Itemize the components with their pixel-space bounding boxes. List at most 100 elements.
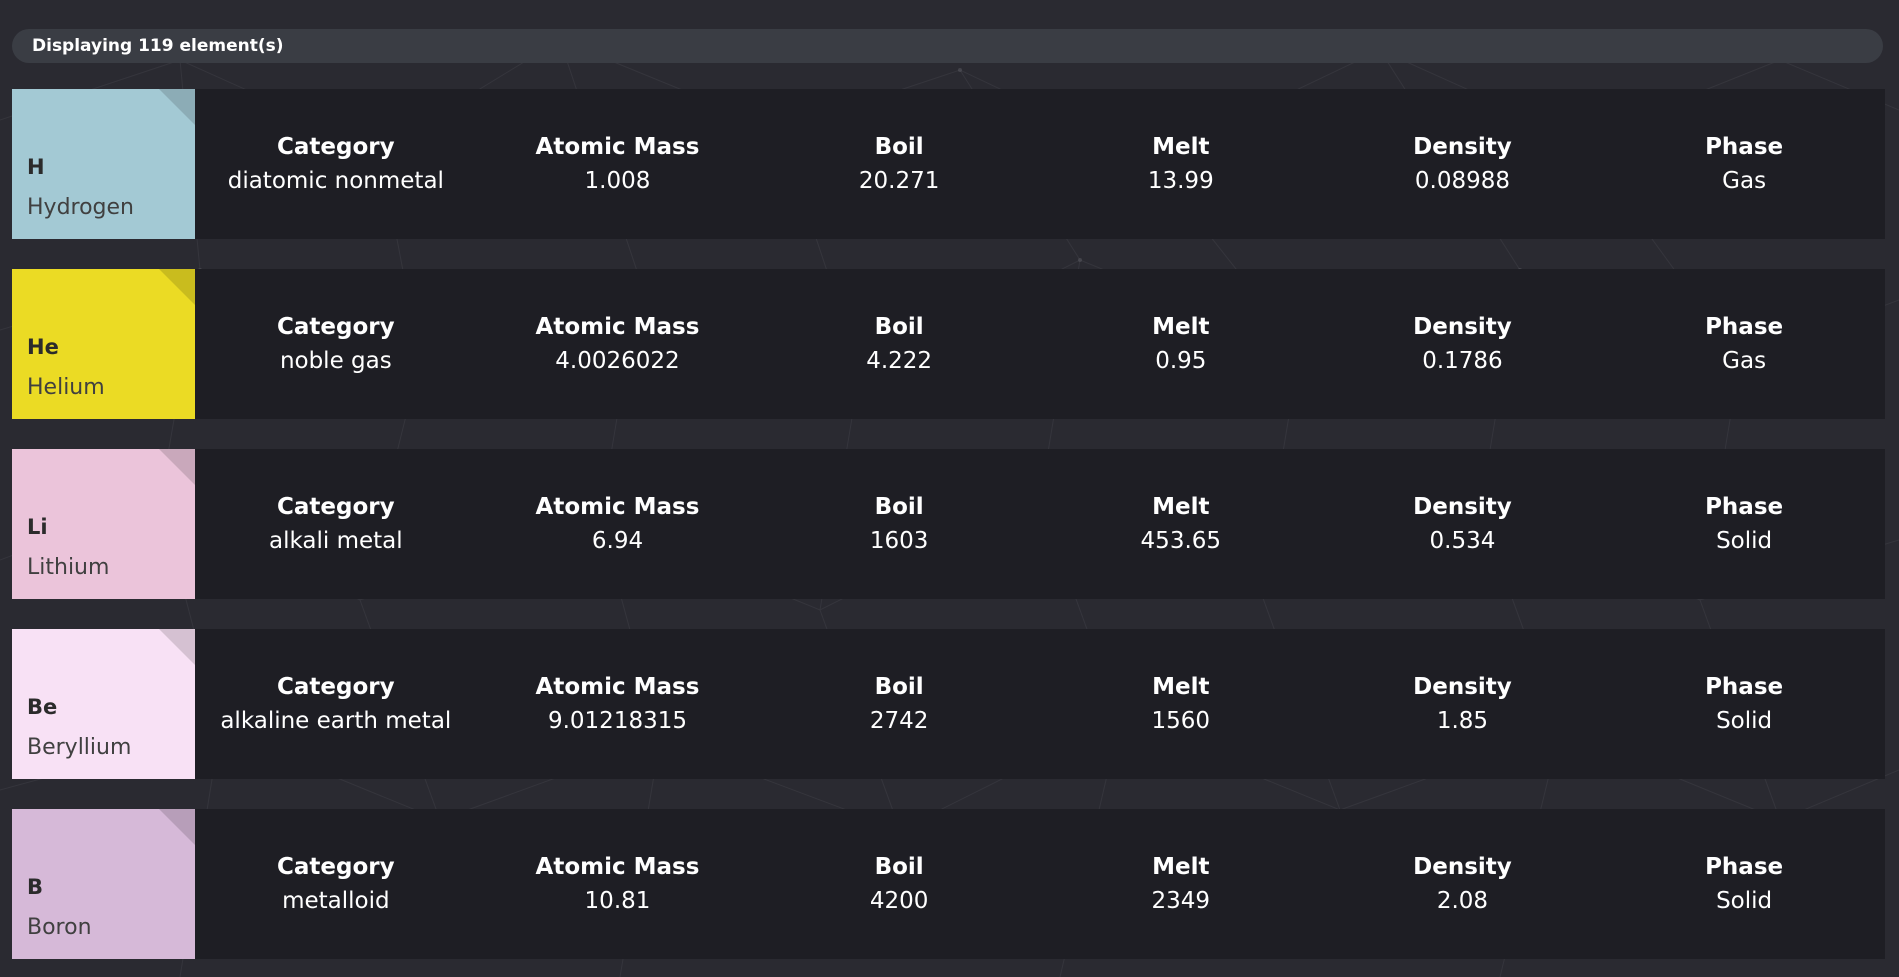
element-count-text: Displaying 119 element(s)	[32, 36, 284, 56]
element-row[interactable]: Li Lithium Category alkali metal Atomic M…	[12, 449, 1885, 599]
prop-label: Boil	[874, 494, 924, 520]
tile-corner-fold	[159, 629, 195, 665]
prop-value: 2742	[869, 708, 929, 734]
element-list-page: Displaying 119 element(s) H Hydrogen Cat…	[0, 0, 1899, 959]
element-symbol: Be	[27, 695, 58, 719]
prop-label: Category	[277, 674, 395, 700]
element-symbol: He	[27, 335, 59, 359]
prop-label: Phase	[1705, 854, 1784, 880]
element-count-bar: Displaying 119 element(s)	[12, 29, 1883, 63]
element-list: H Hydrogen Category diatomic nonmetal Ato…	[12, 89, 1887, 959]
prop-label: Atomic Mass	[535, 674, 700, 700]
prop-label: Boil	[874, 854, 924, 880]
prop-value: 6.94	[591, 528, 644, 554]
prop-density: Density 0.534	[1342, 494, 1582, 554]
prop-value: metalloid	[282, 888, 390, 914]
prop-label: Boil	[874, 674, 924, 700]
prop-label: Phase	[1705, 314, 1784, 340]
prop-density: Density 2.08	[1342, 854, 1582, 914]
element-tile[interactable]: Be Beryllium	[12, 629, 195, 779]
prop-value: alkali metal	[269, 528, 403, 554]
prop-label: Atomic Mass	[535, 494, 700, 520]
prop-value: 1.008	[584, 168, 651, 194]
prop-category: Category alkali metal	[216, 494, 456, 554]
prop-value: Solid	[1716, 708, 1773, 734]
prop-phase: Phase Solid	[1624, 674, 1864, 734]
prop-label: Atomic Mass	[535, 314, 700, 340]
element-row[interactable]: He Helium Category noble gas Atomic Mass 4…	[12, 269, 1885, 419]
prop-label: Category	[277, 134, 395, 160]
prop-label: Density	[1413, 674, 1512, 700]
element-properties: Category diatomic nonmetal Atomic Mass 1.0…	[195, 89, 1885, 239]
prop-melt: Melt 453.65	[1061, 494, 1301, 554]
prop-value: 0.08988	[1414, 168, 1511, 194]
prop-value: 20.271	[858, 168, 940, 194]
tile-corner-fold	[159, 89, 195, 125]
prop-value: 0.95	[1155, 348, 1207, 374]
prop-melt: Melt 1560	[1061, 674, 1301, 734]
prop-label: Boil	[874, 314, 924, 340]
element-tile[interactable]: B Boron	[12, 809, 195, 959]
prop-value: Gas	[1722, 168, 1767, 194]
prop-value: Solid	[1716, 528, 1773, 554]
prop-boil: Boil 1603	[779, 494, 1019, 554]
prop-value: alkaline earth metal	[220, 708, 452, 734]
prop-phase: Phase Solid	[1624, 494, 1864, 554]
element-properties: Category alkaline earth metal Atomic Mass…	[195, 629, 1885, 779]
element-tile[interactable]: He Helium	[12, 269, 195, 419]
prop-value: Gas	[1722, 348, 1767, 374]
element-properties: Category noble gas Atomic Mass 4.0026022 B…	[195, 269, 1885, 419]
element-row[interactable]: H Hydrogen Category diatomic nonmetal Ato…	[12, 89, 1885, 239]
prop-melt: Melt 2349	[1061, 854, 1301, 914]
prop-value: 13.99	[1147, 168, 1214, 194]
prop-atomic-mass: Atomic Mass 9.01218315	[497, 674, 737, 734]
prop-value: 0.534	[1429, 528, 1496, 554]
element-symbol: H	[27, 155, 45, 179]
element-row[interactable]: Be Beryllium Category alkaline earth meta…	[12, 629, 1885, 779]
prop-atomic-mass: Atomic Mass 4.0026022	[497, 314, 737, 374]
element-properties: Category alkali metal Atomic Mass 6.94 Boi…	[195, 449, 1885, 599]
prop-label: Atomic Mass	[535, 134, 700, 160]
prop-boil: Boil 20.271	[779, 134, 1019, 194]
prop-melt: Melt 13.99	[1061, 134, 1301, 194]
prop-label: Melt	[1152, 854, 1210, 880]
prop-label: Phase	[1705, 674, 1784, 700]
prop-value: diatomic nonmetal	[227, 168, 444, 194]
element-tile[interactable]: Li Lithium	[12, 449, 195, 599]
element-name: Boron	[27, 915, 92, 940]
element-name: Beryllium	[27, 735, 132, 760]
tile-corner-fold	[159, 269, 195, 305]
element-symbol: B	[27, 875, 44, 899]
prop-density: Density 0.1786	[1342, 314, 1582, 374]
prop-category: Category alkaline earth metal	[216, 674, 456, 734]
prop-value: 4.222	[866, 348, 933, 374]
prop-atomic-mass: Atomic Mass 1.008	[497, 134, 737, 194]
element-properties: Category metalloid Atomic Mass 10.81 Boil 4…	[195, 809, 1885, 959]
prop-label: Density	[1413, 854, 1512, 880]
prop-label: Atomic Mass	[535, 854, 700, 880]
element-name: Lithium	[27, 555, 110, 580]
prop-melt: Melt 0.95	[1061, 314, 1301, 374]
element-name: Hydrogen	[27, 195, 134, 220]
prop-atomic-mass: Atomic Mass 10.81	[497, 854, 737, 914]
prop-label: Melt	[1152, 134, 1210, 160]
prop-value: 1.85	[1436, 708, 1489, 734]
prop-label: Density	[1413, 134, 1512, 160]
prop-category: Category diatomic nonmetal	[216, 134, 456, 194]
prop-label: Category	[277, 314, 395, 340]
element-row[interactable]: B Boron Category metalloid Atomic Mass 10.…	[12, 809, 1885, 959]
prop-label: Phase	[1705, 494, 1784, 520]
prop-value: 453.65	[1140, 528, 1222, 554]
prop-density: Density 0.08988	[1342, 134, 1582, 194]
prop-category: Category noble gas	[216, 314, 456, 374]
prop-category: Category metalloid	[216, 854, 456, 914]
prop-value: 0.1786	[1422, 348, 1503, 374]
tile-corner-fold	[159, 809, 195, 845]
prop-value: 1603	[869, 528, 929, 554]
prop-value: 10.81	[584, 888, 651, 914]
element-tile[interactable]: H Hydrogen	[12, 89, 195, 239]
element-symbol: Li	[27, 515, 48, 539]
prop-atomic-mass: Atomic Mass 6.94	[497, 494, 737, 554]
prop-label: Category	[277, 494, 395, 520]
prop-label: Density	[1413, 314, 1512, 340]
